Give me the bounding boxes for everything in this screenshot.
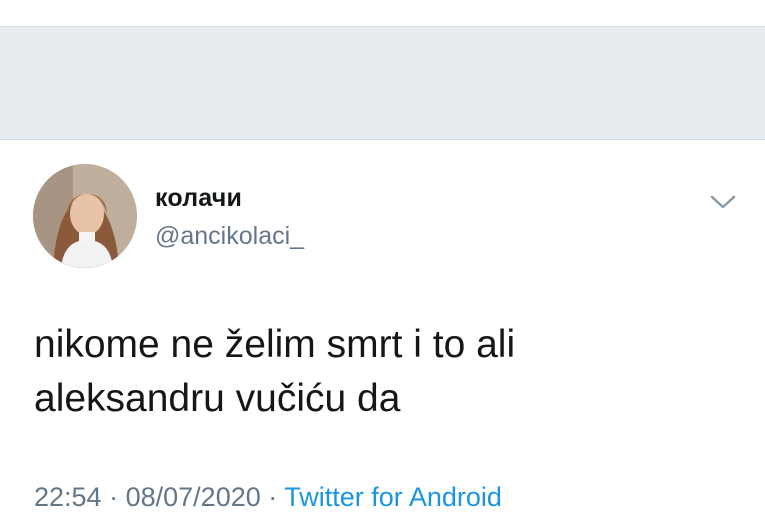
avatar[interactable] [33,164,137,268]
chevron-down-icon[interactable] [706,190,740,214]
tweet-time[interactable]: 22:54 [34,482,102,512]
tweet-text: nikome ne želim smrt i to ali aleksandru… [34,318,734,426]
user-handle[interactable]: @ancikolaci_ [155,222,304,251]
tweet-text-line: nikome ne želim smrt i to ali [34,323,516,366]
tweet-date[interactable]: 08/07/2020 [126,482,261,512]
background-band [0,27,765,140]
tweet-meta: 22:54 · 08/07/2020 · Twitter for Android [34,482,502,513]
meta-separator: · [268,482,278,512]
profile-photo-icon [33,164,137,268]
tweet-card[interactable]: колачи @ancikolaci_ nikome ne želim smrt… [0,140,765,513]
meta-separator: · [109,482,119,512]
top-strip [0,0,765,27]
tweet-text-line: aleksandru vučiću da [34,377,401,420]
display-name[interactable]: колачи [155,184,242,213]
tweet-source-link[interactable]: Twitter for Android [284,482,502,512]
